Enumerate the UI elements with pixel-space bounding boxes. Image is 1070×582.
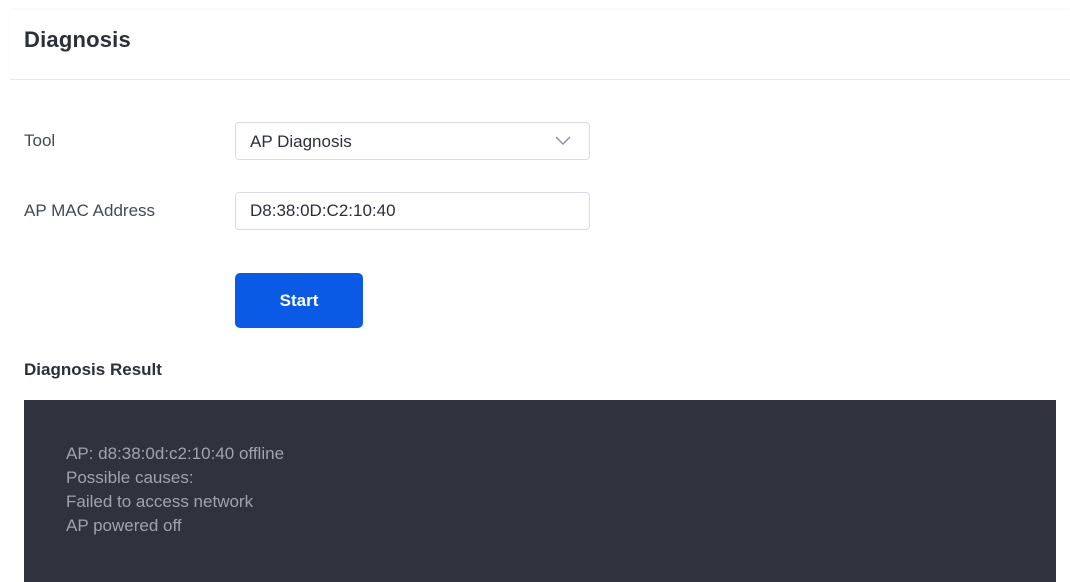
tool-label: Tool — [24, 131, 56, 150]
page-title: Diagnosis — [24, 27, 131, 52]
diagnosis-result-panel: AP: d8:38:0d:c2:10:40 offline Possible c… — [24, 400, 1056, 582]
result-line: Failed to access network — [66, 492, 254, 511]
result-line: AP powered off — [66, 516, 182, 535]
result-line: Possible causes: — [66, 468, 194, 487]
page-header: Diagnosis — [10, 10, 1070, 80]
tool-select[interactable]: AP Diagnosis — [235, 122, 590, 160]
tool-select-value: AP Diagnosis — [250, 132, 352, 151]
start-button[interactable]: Start — [235, 273, 363, 328]
diagnosis-result-lines: AP: d8:38:0d:c2:10:40 offline Possible c… — [66, 442, 284, 538]
result-line: AP: d8:38:0d:c2:10:40 offline — [66, 444, 285, 463]
chevron-down-icon — [555, 136, 571, 145]
diagnosis-result-title: Diagnosis Result — [24, 360, 162, 379]
diagnosis-page: Diagnosis Tool AP Diagnosis AP MAC Addre… — [0, 0, 1070, 582]
ap-mac-address-input[interactable] — [235, 192, 590, 230]
ap-mac-address-label: AP MAC Address — [24, 201, 156, 220]
